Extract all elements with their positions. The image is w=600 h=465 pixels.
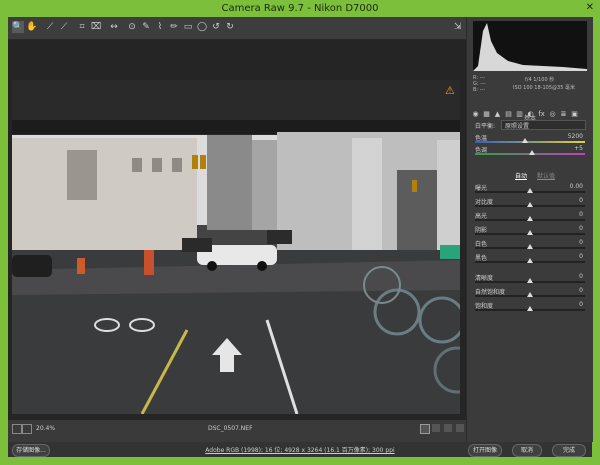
adjustment-value[interactable]: 0 (579, 287, 583, 294)
transform-tool-icon[interactable]: ↔ (108, 21, 120, 33)
zoom-tool-icon[interactable]: 🔍 (12, 21, 24, 33)
zoom-in-icon[interactable] (22, 424, 32, 434)
file-name: DSC_0507.NEF (208, 425, 253, 432)
adjustment-row: 饱和度 0 (475, 301, 587, 313)
cancel-button[interactable]: 取消 (512, 444, 542, 457)
open-image-button[interactable]: 打开图像 (468, 444, 502, 457)
slider-thumb[interactable] (527, 216, 533, 221)
adjustment-value[interactable]: 0 (579, 197, 583, 204)
window-title: Camera Raw 9.7 - Nikon D7000 (221, 3, 379, 14)
adjustment-value[interactable]: 0 (579, 301, 583, 308)
adjustment-value[interactable]: 0 (579, 273, 583, 280)
adjustment-row: 高光 0 (475, 211, 587, 223)
toolbar: 🔍 ✋ ⟋ ⟋ ⌗ ⌧ ↔ ⊙ ✎ ⌇ ✏ ▭ ◯ ↺ ↻ ⇲ (8, 17, 466, 40)
camera-raw-window: Camera Raw 9.7 - Nikon D7000 ✕ 🔍 ✋ ⟋ ⟋ ⌗… (0, 0, 600, 465)
lens-info: ISO 100 18-105@35 毫米 (513, 85, 575, 91)
slider-thumb[interactable] (527, 278, 533, 283)
adjustment-value[interactable]: 0 (579, 225, 583, 232)
adjustment-value[interactable]: 5200 (568, 133, 583, 140)
rgb-readout: R: --- G: --- B: --- (473, 75, 486, 93)
slider-thumb[interactable] (527, 230, 533, 235)
adjustment-row: 曝光 0.00 (475, 183, 587, 195)
adjustment-value[interactable]: 0.00 (570, 183, 583, 190)
white-balance-tool-icon[interactable]: ⟋ (44, 21, 56, 33)
rotate-cw-icon[interactable]: ↻ (224, 21, 236, 33)
default-link[interactable]: 默认值 (537, 171, 555, 180)
spot-removal-tool-icon[interactable]: ⊙ (126, 21, 138, 33)
workflow-options-link[interactable]: Adobe RGB (1998); 16 位; 4928 x 3264 (16.… (8, 445, 592, 454)
slider-thumb[interactable] (527, 244, 533, 249)
done-button[interactable]: 完成 (552, 444, 586, 457)
slider-thumb[interactable] (527, 188, 533, 193)
warning-icon[interactable]: ⚠ (445, 84, 455, 97)
preferences-icon[interactable]: ◯ (196, 21, 208, 33)
auto-default-row: 自动 默认值 (475, 171, 587, 183)
bottom-bar: 存储图像... Adobe RGB (1998); 16 位; 4928 x 3… (8, 442, 592, 457)
adjustment-slider[interactable] (475, 141, 585, 143)
white-balance-row: 白平衡: 原照设置 (475, 120, 587, 133)
straighten-tool-icon[interactable]: ⌧ (90, 21, 102, 33)
panel-tabs: ◉ ▦ ▲ ▤ ▥ ◐ fx ◎ ≣ ▣ (471, 101, 591, 118)
adjustment-row: 色调 +5 (475, 145, 587, 157)
slider-thumb[interactable] (521, 138, 528, 143)
slider-thumb[interactable] (527, 292, 533, 297)
zoom-out-icon[interactable] (12, 424, 22, 434)
adjustment-row: 阴影 0 (475, 225, 587, 237)
white-balance-label: 白平衡: (475, 123, 496, 130)
client-area: 🔍 ✋ ⟋ ⟋ ⌗ ⌧ ↔ ⊙ ✎ ⌇ ✏ ▭ ◯ ↺ ↻ ⇲ ⚠ 20.4% … (8, 17, 593, 457)
adjustment-value[interactable]: 0 (579, 211, 583, 218)
adjustments-panel: R: --- G: --- B: --- f/4 1/100 秒 ISO 100… (466, 17, 593, 442)
crop-tool-icon[interactable]: ⌗ (76, 21, 88, 33)
reset-view-icon[interactable] (456, 424, 464, 432)
zoom-level[interactable]: 20.4% (36, 425, 55, 432)
histogram (473, 21, 587, 71)
auto-link[interactable]: 自动 (515, 171, 527, 180)
adjustment-row: 清晰度 0 (475, 273, 587, 285)
copy-settings-icon[interactable] (444, 424, 452, 432)
adjustment-row: 黑色 0 (475, 253, 587, 265)
histogram-graph (473, 23, 587, 71)
street-photo (12, 80, 460, 414)
adjustment-row: 自然饱和度 0 (475, 287, 587, 299)
adjustment-value[interactable]: +5 (574, 145, 583, 152)
graduated-filter-icon[interactable]: ✏ (168, 21, 180, 33)
slider-thumb[interactable] (527, 202, 533, 207)
white-balance-select[interactable]: 原照设置 (501, 120, 586, 130)
adjustment-value[interactable]: 0 (579, 253, 583, 260)
slider-thumb[interactable] (529, 150, 536, 155)
rotate-ccw-icon[interactable]: ↺ (210, 21, 222, 33)
photo-preview: ⚠ (12, 80, 460, 414)
close-icon[interactable]: ✕ (586, 2, 594, 13)
color-sampler-tool-icon[interactable]: ⟋ (58, 21, 70, 33)
before-after-toggle-icon[interactable] (420, 424, 430, 434)
fullscreen-toggle-icon[interactable]: ⇲ (454, 22, 464, 32)
status-bar: 20.4% DSC_0507.NEF (8, 422, 466, 435)
exposure-info: f/4 1/100 秒 (525, 77, 555, 83)
adjustment-row: 色温 5200 (475, 133, 587, 145)
adjustment-row: 白色 0 (475, 239, 587, 251)
slider-thumb[interactable] (527, 258, 533, 263)
swap-icon[interactable] (432, 424, 440, 432)
red-eye-tool-icon[interactable]: ✎ (140, 21, 152, 33)
hand-tool-icon[interactable]: ✋ (26, 21, 38, 33)
adjustment-value[interactable]: 0 (579, 239, 583, 246)
radial-filter-icon[interactable]: ▭ (182, 21, 194, 33)
slider-thumb[interactable] (527, 306, 533, 311)
adjustment-brush-icon[interactable]: ⌇ (154, 21, 166, 33)
adjustment-row: 对比度 0 (475, 197, 587, 209)
